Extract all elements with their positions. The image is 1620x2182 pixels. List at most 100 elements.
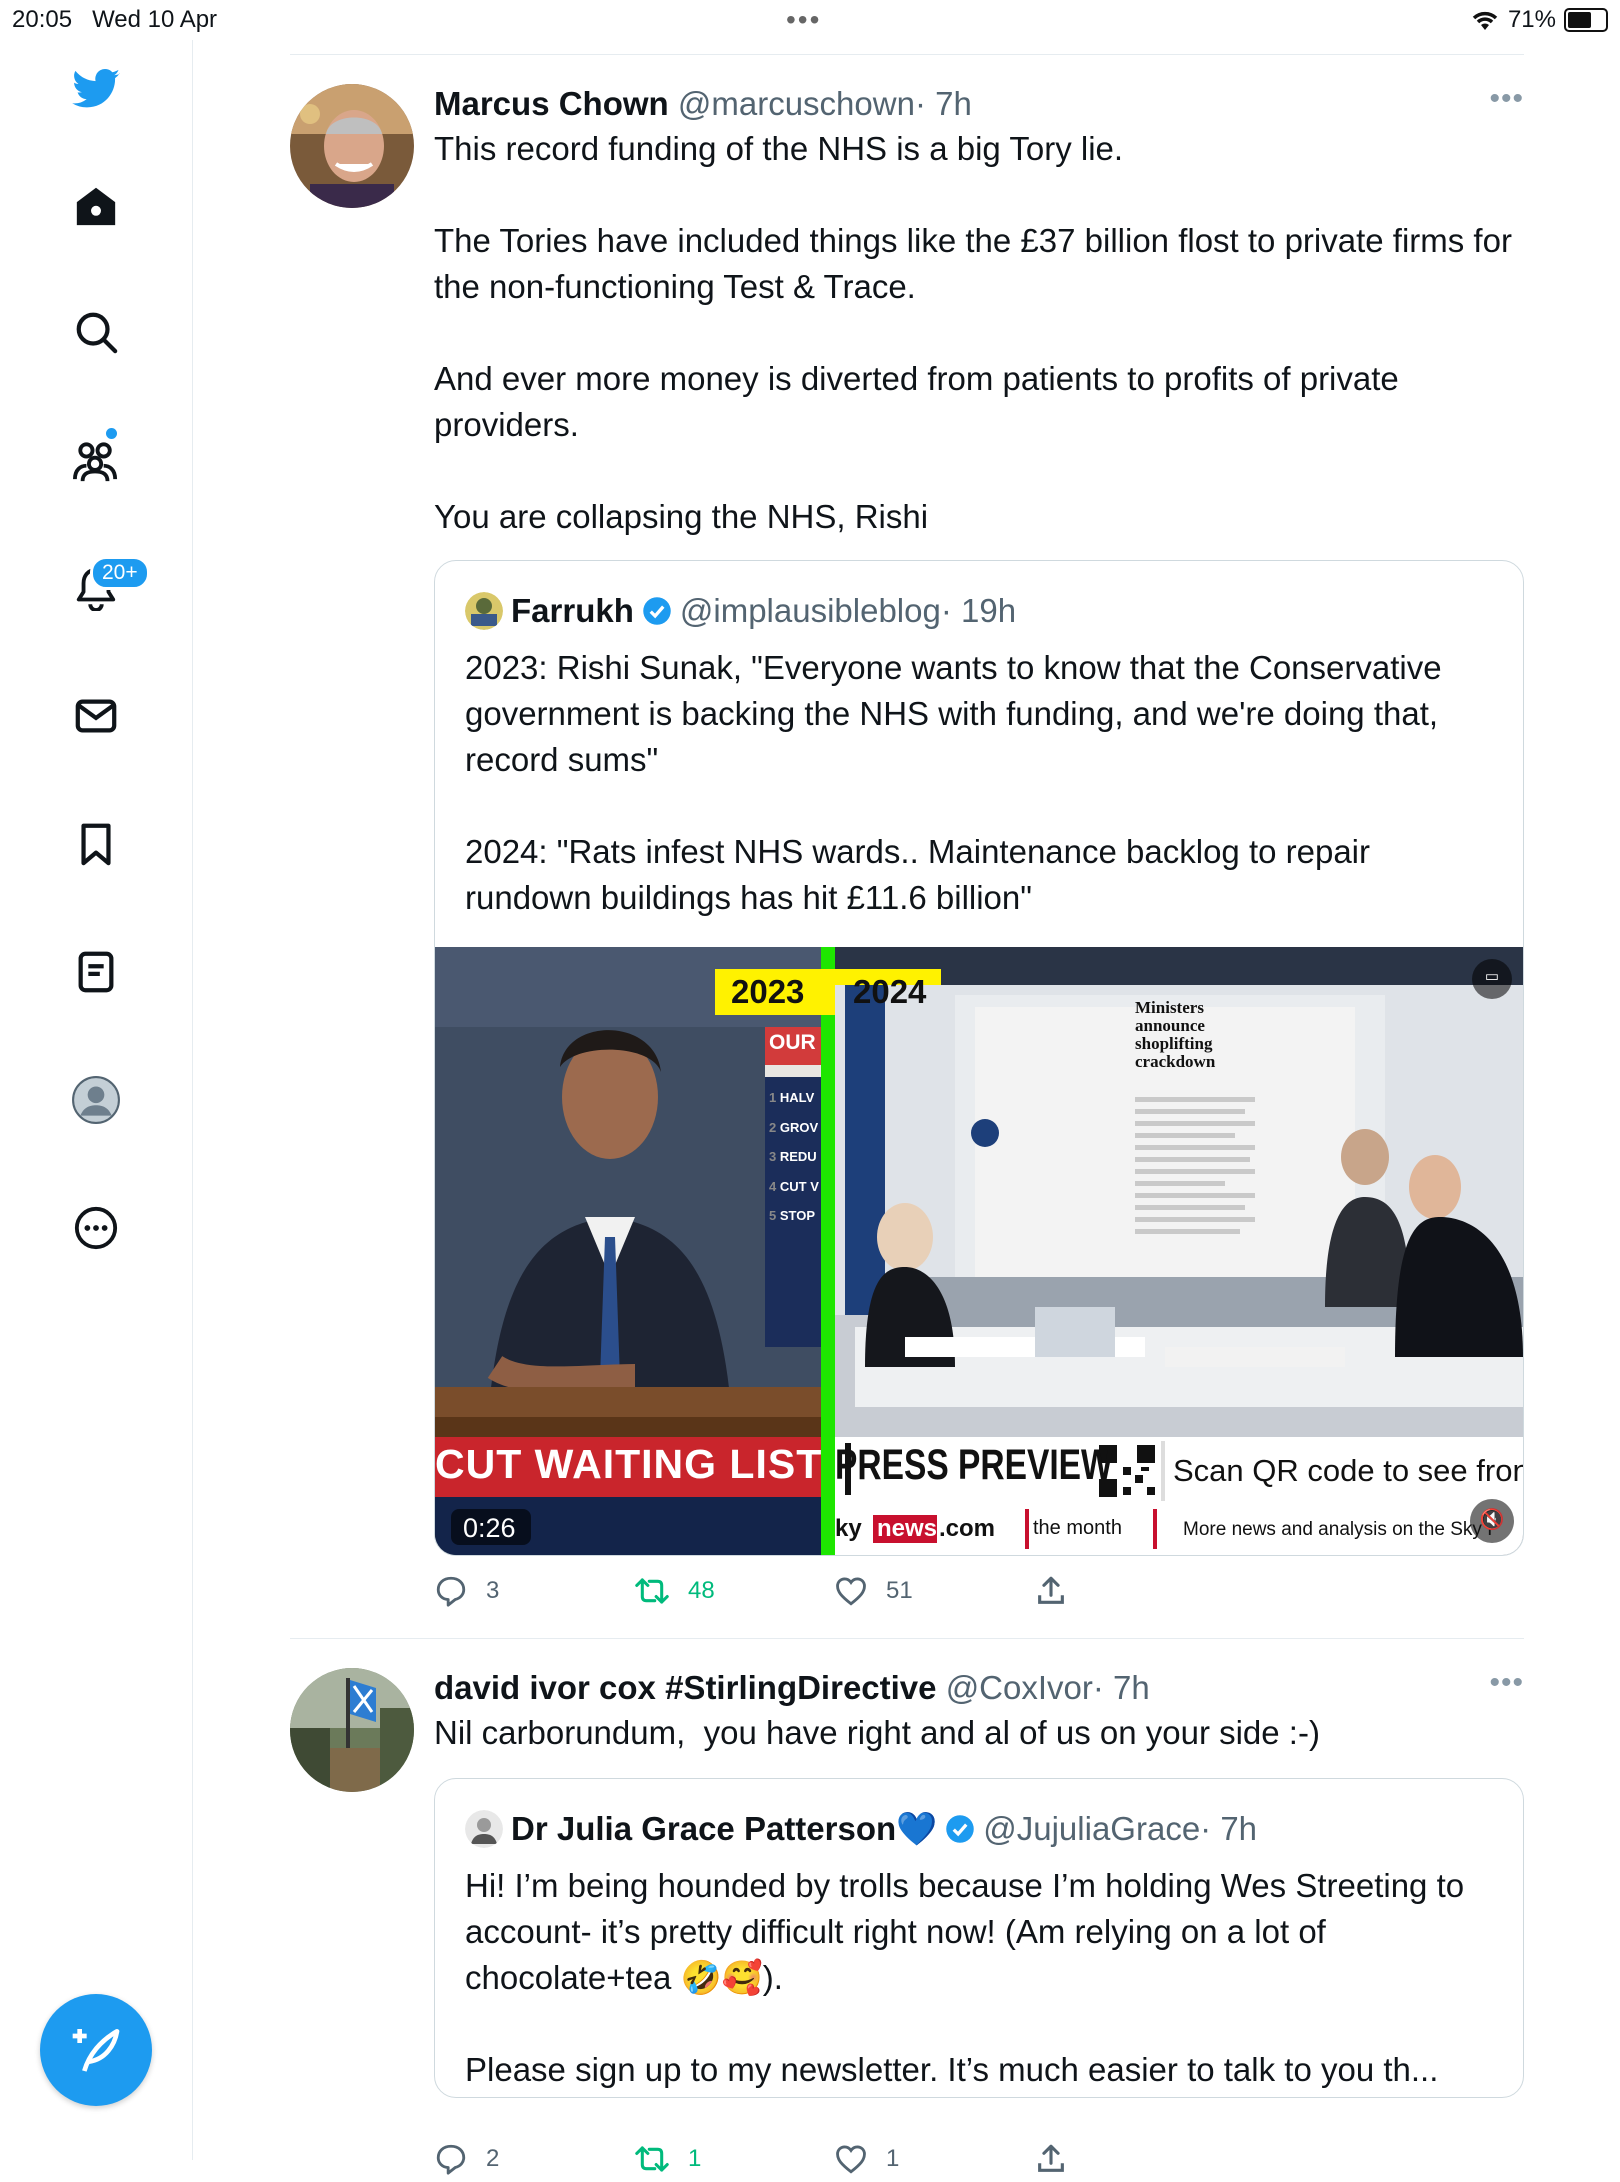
quoted-avatar <box>465 592 503 630</box>
video-year-2024: 2024 <box>853 973 927 1010</box>
sidebar-item-lists[interactable] <box>70 946 122 998</box>
heart-icon <box>836 2145 866 2174</box>
tweet-header: Marcus Chown @marcuschown· 7h <box>434 84 1524 124</box>
like-count: 1 <box>886 2145 900 2172</box>
quoted-avatar <box>465 1810 503 1848</box>
quoted-author-handle: @JujuliaGrace <box>983 1810 1201 1847</box>
more-options-icon[interactable]: ••• <box>1489 1666 1524 1700</box>
video-sky-logo: ky <box>835 1515 862 1542</box>
tweet-actions: 3 48 51 <box>434 1574 1094 1614</box>
home-icon <box>76 187 116 226</box>
multitasking-dots-icon[interactable]: ••• <box>786 4 821 36</box>
reply-count: 3 <box>486 1577 500 1604</box>
feather-plus-icon <box>72 2029 120 2072</box>
video-ticker-1: the month <box>1033 1517 1122 1539</box>
share-icon <box>1038 2144 1064 2172</box>
retweet-button[interactable]: 48 <box>634 1574 715 1608</box>
sidebar-item-messages[interactable] <box>70 690 122 742</box>
reply-icon <box>436 2144 466 2175</box>
podium-item: STOP <box>779 1208 816 1224</box>
quoted-tweet-header: Farrukh @implausibleblog · 19h <box>465 591 1016 631</box>
author-name[interactable]: Marcus Chown <box>434 85 669 122</box>
podium-item: HALV <box>779 1090 815 1105</box>
verified-badge-icon <box>643 597 671 625</box>
tweet-divider <box>290 1638 1524 1639</box>
battery-icon <box>1564 8 1608 32</box>
avatar[interactable] <box>290 1668 414 1792</box>
podium-number: 1 <box>769 1090 777 1105</box>
quoted-author-name: Farrukh <box>511 592 634 629</box>
battery-level <box>1568 12 1591 28</box>
twitter-logo-icon[interactable] <box>70 64 122 116</box>
tweet-time[interactable]: · 7h <box>1093 1669 1150 1706</box>
feed-top-divider <box>290 54 1524 55</box>
reply-button[interactable]: 2 <box>434 2142 499 2176</box>
tweet-text: This record funding of the NHS is a big … <box>434 130 1512 535</box>
more-circle-icon <box>74 1206 118 1250</box>
sidebar-item-profile[interactable] <box>70 1074 122 1126</box>
like-button[interactable]: 51 <box>834 1574 913 1608</box>
retweet-count: 1 <box>688 2145 702 2172</box>
sidebar-item-bookmarks[interactable] <box>70 818 122 870</box>
podium-item: GROV <box>779 1119 819 1135</box>
video-lower-third: CUT WAITING LISTS <box>435 1441 821 1487</box>
reply-icon <box>436 1576 466 1607</box>
author-handle[interactable]: @marcuschown <box>678 85 915 122</box>
quoted-tweet-text: 2023: Rishi Sunak, "Everyone wants to kn… <box>465 649 1442 916</box>
quoted-tweet-time: · 19h <box>940 592 1017 629</box>
battery-percent: 71% <box>1507 6 1556 33</box>
video-newspaper-headline: Ministers announce shoplifting crackdown <box>1135 998 1216 1071</box>
captions-icon[interactable]: ▭ <box>1478 967 1506 989</box>
retweet-icon <box>635 2146 669 2172</box>
status-bar: 20:05 Wed 10 Apr ••• 71% <box>0 0 1620 40</box>
author-name[interactable]: david ivor cox #StirlingDirective <box>434 1669 937 1706</box>
sidebar-item-more[interactable] <box>70 1202 122 1254</box>
video-duration: 0:26 <box>463 1513 516 1543</box>
video-scan-text: Scan QR code to see front <box>1173 1453 1523 1488</box>
heart-icon <box>836 1577 866 1606</box>
share-icon <box>1038 1576 1064 1604</box>
sidebar-item-explore[interactable] <box>70 306 122 358</box>
quoted-author-name: Dr Julia Grace Patterson💙 <box>511 1810 938 1847</box>
video-news-box: news <box>877 1515 938 1542</box>
communities-icon <box>73 442 118 482</box>
podium-number: 3 <box>769 1149 777 1165</box>
like-button[interactable]: 1 <box>834 2142 899 2176</box>
compose-tweet-button[interactable] <box>40 1994 152 2106</box>
mute-icon[interactable]: 🔇 <box>1478 1507 1506 1535</box>
bookmark-icon <box>81 823 111 866</box>
podium-number: 4 <box>769 1178 777 1194</box>
quoted-tweet-text: Hi! I’m being hounded by trolls because … <box>465 1867 1465 2088</box>
quoted-tweet[interactable]: Dr Julia Grace Patterson💙 @JujuliaGrace ·… <box>434 1778 1524 2098</box>
envelope-icon <box>75 699 117 733</box>
quoted-tweet[interactable]: Farrukh @implausibleblog · 19h 2023: Rish… <box>434 560 1524 1556</box>
video-player[interactable]: 2023 2024 OUR 1 HALV 2 GROV 3 REDU 4 CUT… <box>435 947 1523 1555</box>
video-podium-list: 1 HALV 2 GROV 3 REDU 4 CUT V 5 STOP <box>769 1083 819 1231</box>
sidebar-item-home[interactable] <box>70 180 122 232</box>
profile-avatar-icon <box>72 1076 120 1124</box>
sidebar-item-communities[interactable] <box>70 434 122 486</box>
more-options-icon[interactable]: ••• <box>1489 82 1524 116</box>
notifications-badge: 20+ <box>90 556 150 590</box>
quoted-tweet-time: · 7h <box>1200 1810 1258 1847</box>
tweet-header: david ivor cox #StirlingDirective @CoxIv… <box>434 1668 1524 1708</box>
reply-count: 2 <box>486 2145 500 2172</box>
list-icon <box>78 951 114 993</box>
reply-button[interactable]: 3 <box>434 1574 499 1608</box>
podium-number: 2 <box>769 1119 777 1135</box>
podium-number: 5 <box>769 1208 777 1224</box>
video-podium-banner: OUR <box>769 1031 816 1054</box>
communities-dot <box>106 428 117 439</box>
share-button[interactable] <box>1034 1574 1068 1608</box>
avatar[interactable] <box>290 84 414 208</box>
status-time-date: 20:05 Wed 10 Apr <box>12 6 218 33</box>
author-handle[interactable]: @CoxIvor <box>946 1669 1093 1706</box>
share-button[interactable] <box>1034 2142 1068 2176</box>
retweet-count: 48 <box>688 1577 715 1604</box>
video-ticker-2: More news and analysis on the Sky I <box>1183 1519 1493 1540</box>
tweet-time[interactable]: · 7h <box>915 85 972 122</box>
video-year-2023: 2023 <box>731 973 805 1010</box>
quoted-author-handle: @implausibleblog <box>679 592 941 629</box>
retweet-icon <box>635 1578 669 1604</box>
retweet-button[interactable]: 1 <box>634 2142 701 2176</box>
